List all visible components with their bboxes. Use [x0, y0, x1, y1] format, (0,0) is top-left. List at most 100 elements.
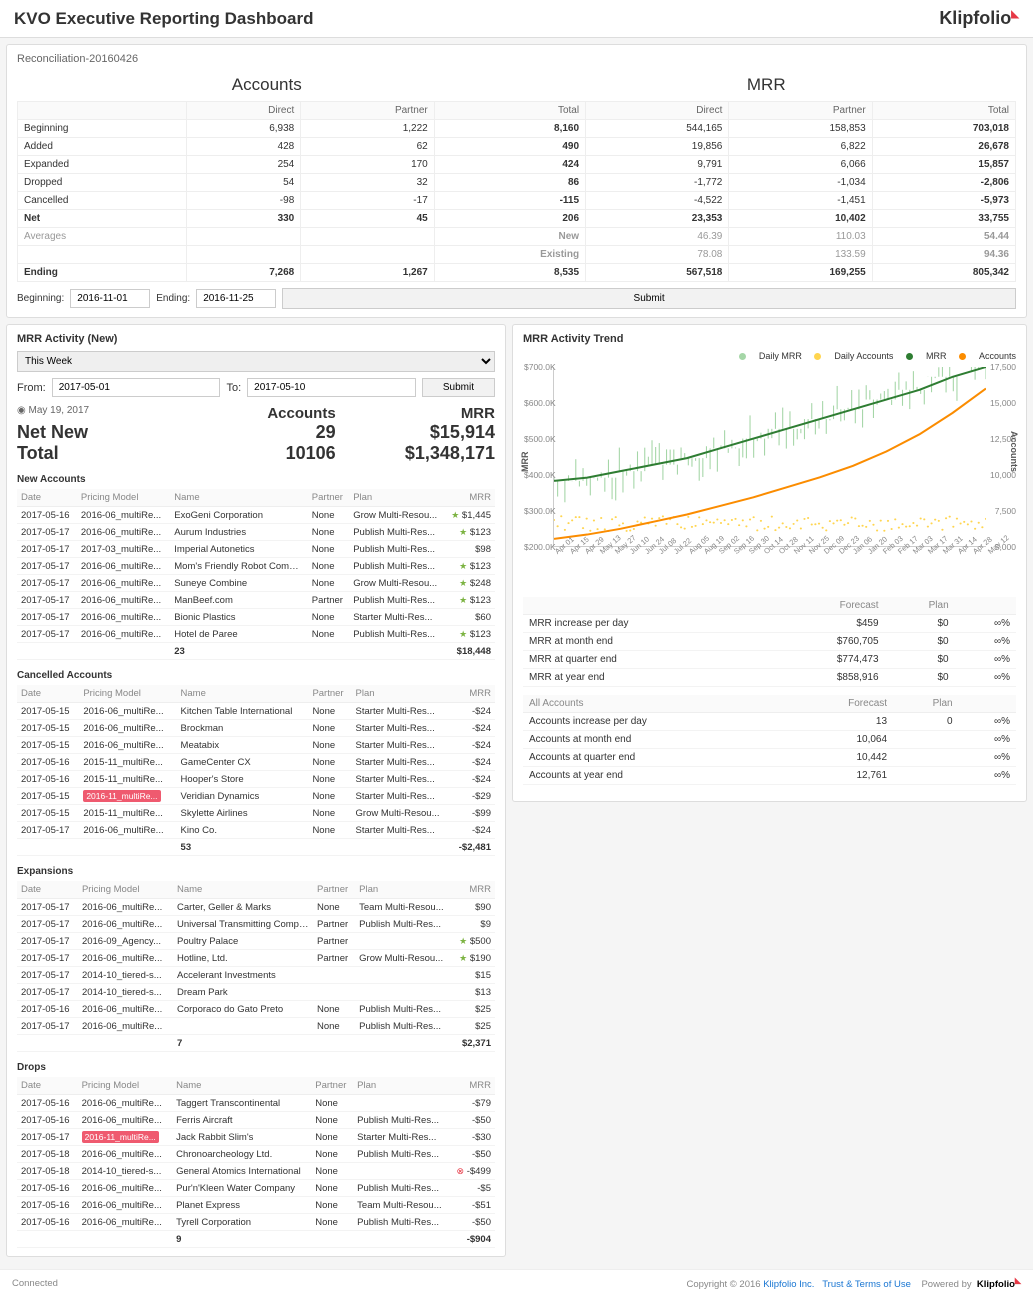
table-row: Beginning6,9381,2228,160544,165158,85370… [18, 120, 1016, 138]
netnew-accounts: 29 [176, 422, 335, 443]
recon-title: Reconciliation-20160426 [17, 53, 1016, 65]
table-row[interactable]: 2017-05-162015-11_multiRe...GameCenter C… [17, 754, 495, 771]
table-row[interactable]: 2017-05-172016-06_multiRe...Carter, Gell… [17, 899, 495, 916]
drops-table: DatePricing ModelNamePartnerPlanMRR2017-… [17, 1077, 495, 1248]
forecast-mrr-table: ForecastPlanMRR increase per day$459$0∞%… [523, 597, 1016, 687]
section-drops: Drops [17, 1062, 495, 1073]
expansions-table: DatePricing ModelNamePartnerPlanMRR2017-… [17, 881, 495, 1052]
star-icon: ★ [451, 510, 459, 520]
table-row: Ending7,2681,2678,535567,518169,255805,3… [18, 264, 1016, 282]
connected-label: Connected [12, 1278, 58, 1289]
page-title: KVO Executive Reporting Dashboard [14, 9, 313, 29]
table-row[interactable]: 2017-05-152016-06_multiRe...Kitchen Tabl… [17, 703, 495, 720]
table-row: Added4286249019,8566,82226,678 [18, 138, 1016, 156]
table-row[interactable]: 2017-05-172016-06_multiRe...Universal Tr… [17, 916, 495, 933]
powered-by-logo: Klipfolio◣ [977, 1279, 1021, 1290]
mrr-trend-chart: MRR Accounts $700.0K$600.0K$500.0K$400.0… [523, 367, 1016, 587]
trend-panel: MRR Activity Trend Daily MRR Daily Accou… [512, 324, 1027, 802]
recon-submit-button[interactable]: Submit [282, 288, 1016, 309]
star-icon: ★ [459, 953, 467, 963]
table-row[interactable]: 2017-05-172016-11_multiRe...Jack Rabbit … [17, 1129, 495, 1146]
table-row[interactable]: 2017-05-152016-11_multiRe...Veridian Dyn… [17, 788, 495, 805]
table-row: Dropped543286-1,772-1,034-2,806 [18, 174, 1016, 192]
from-label: From: [17, 382, 46, 394]
reconciliation-table: DirectPartnerTotalDirectPartnerTotal Beg… [17, 101, 1016, 282]
table-row[interactable]: 2017-05-172016-06_multiRe...Suneye Combi… [17, 575, 495, 592]
star-icon: ★ [459, 936, 467, 946]
total-row: 9-$904 [17, 1231, 495, 1248]
table-row[interactable]: 2017-05-162016-06_multiRe...Tyrell Corpo… [17, 1214, 495, 1231]
klipfolio-link[interactable]: Klipfolio Inc. [763, 1279, 814, 1290]
table-row[interactable]: 2017-05-172016-06_multiRe...NonePublish … [17, 1018, 495, 1035]
col-mrr: MRR [336, 405, 495, 422]
total-label: Total [17, 443, 176, 464]
star-icon: ★ [459, 527, 467, 537]
table-row: MRR increase per day$459$0∞% [523, 615, 1016, 633]
table-row: MRR at month end$760,705$0∞% [523, 633, 1016, 651]
table-row[interactable]: 2017-05-172016-06_multiRe...Mom's Friend… [17, 558, 495, 575]
total-accounts: 10106 [176, 443, 335, 464]
new-table: DatePricing ModelNamePartnerPlanMRR2017-… [17, 489, 495, 660]
footer: Connected Copyright © 2016 Klipfolio Inc… [0, 1269, 1033, 1296]
brand-logo: Klipfolio◣ [939, 8, 1019, 29]
table-row[interactable]: 2017-05-172016-06_multiRe...Hotel de Par… [17, 626, 495, 643]
forecast-accounts-table: All AccountsForecastPlanAccounts increas… [523, 695, 1016, 785]
table-row: MRR at year end$858,916$0∞% [523, 669, 1016, 687]
activity-panel: MRR Activity (New) This Week From: To: S… [6, 324, 506, 1257]
cancelled-table: DatePricing ModelNamePartnerPlanMRR2017-… [17, 685, 495, 856]
ending-input[interactable] [196, 289, 276, 308]
table-row[interactable]: 2017-05-162016-06_multiRe...Ferris Aircr… [17, 1112, 495, 1129]
beginning-label: Beginning: [17, 293, 64, 304]
table-row[interactable]: 2017-05-172016-09_Agency...Poultry Palac… [17, 933, 495, 950]
star-icon: ★ [459, 578, 467, 588]
table-row[interactable]: 2017-05-162016-06_multiRe...Corporaco do… [17, 1001, 495, 1018]
to-label: To: [226, 382, 241, 394]
table-row[interactable]: 2017-05-162015-11_multiRe...Hooper's Sto… [17, 771, 495, 788]
table-row: Expanded2541704249,7916,06615,857 [18, 156, 1016, 174]
range-select[interactable]: This Week [17, 351, 495, 372]
from-input[interactable] [52, 378, 221, 397]
table-row[interactable]: 2017-05-162016-06_multiRe...Taggert Tran… [17, 1095, 495, 1112]
table-row: Net3304520623,35310,40233,755 [18, 210, 1016, 228]
mrr-header: MRR [517, 69, 1017, 101]
table-row[interactable]: 2017-05-182014-10_tiered-s...General Ato… [17, 1163, 495, 1180]
asof-label: ◉ May 19, 2017 [17, 405, 176, 422]
table-row[interactable]: 2017-05-172016-06_multiRe...Hotline, Ltd… [17, 950, 495, 967]
star-icon: ★ [459, 629, 467, 639]
highlight-badge: 2016-11_multiRe... [82, 1131, 159, 1143]
table-row[interactable]: 2017-05-172016-06_multiRe...Aurum Indust… [17, 524, 495, 541]
col-accounts: Accounts [176, 405, 335, 422]
accounts-header: Accounts [17, 69, 517, 101]
total-row: 7$2,371 [17, 1035, 495, 1052]
netnew-label: Net New [17, 422, 176, 443]
table-row[interactable]: 2017-05-162016-06_multiRe...Pur'n'Kleen … [17, 1180, 495, 1197]
table-row[interactable]: 2017-05-152015-11_multiRe...Skylette Air… [17, 805, 495, 822]
table-row[interactable]: 2017-05-172016-06_multiRe...Bionic Plast… [17, 609, 495, 626]
table-row: AveragesNew46.39110.0354.44 [18, 228, 1016, 246]
table-row[interactable]: 2017-05-172016-06_multiRe...ManBeef.comP… [17, 592, 495, 609]
table-row: MRR at quarter end$774,473$0∞% [523, 651, 1016, 669]
table-row[interactable]: 2017-05-152016-06_multiRe...BrockmanNone… [17, 720, 495, 737]
table-row[interactable]: 2017-05-162016-06_multiRe...Planet Expre… [17, 1197, 495, 1214]
activity-submit-button[interactable]: Submit [422, 378, 495, 397]
table-row: Cancelled-98-17-115-4,522-1,451-5,973 [18, 192, 1016, 210]
table-row[interactable]: 2017-05-172014-10_tiered-s...Dream Park$… [17, 984, 495, 1001]
table-row[interactable]: 2017-05-162016-06_multiRe...ExoGeni Corp… [17, 507, 495, 524]
netnew-mrr: $15,914 [336, 422, 495, 443]
terms-link[interactable]: Trust & Terms of Use [822, 1279, 911, 1290]
chart-legend: Daily MRR Daily Accounts MRR Accounts [523, 351, 1016, 361]
total-mrr: $1,348,171 [336, 443, 495, 464]
trend-title: MRR Activity Trend [523, 333, 1016, 345]
table-row[interactable]: 2017-05-182016-06_multiRe...Chronoarcheo… [17, 1146, 495, 1163]
table-row: Accounts at year end12,761∞% [523, 767, 1016, 785]
table-row[interactable]: 2017-05-172016-06_multiRe...Kino Co.None… [17, 822, 495, 839]
beginning-input[interactable] [70, 289, 150, 308]
table-row[interactable]: 2017-05-152016-06_multiRe...MeatabixNone… [17, 737, 495, 754]
table-row[interactable]: 2017-05-172014-10_tiered-s...Accelerant … [17, 967, 495, 984]
table-row: Existing78.08133.5994.36 [18, 246, 1016, 264]
table-row: Accounts increase per day130∞% [523, 713, 1016, 731]
activity-title: MRR Activity (New) [17, 333, 495, 345]
table-row[interactable]: 2017-05-172017-03_multiRe...Imperial Aut… [17, 541, 495, 558]
table-row: Accounts at month end10,064∞% [523, 731, 1016, 749]
to-input[interactable] [247, 378, 416, 397]
